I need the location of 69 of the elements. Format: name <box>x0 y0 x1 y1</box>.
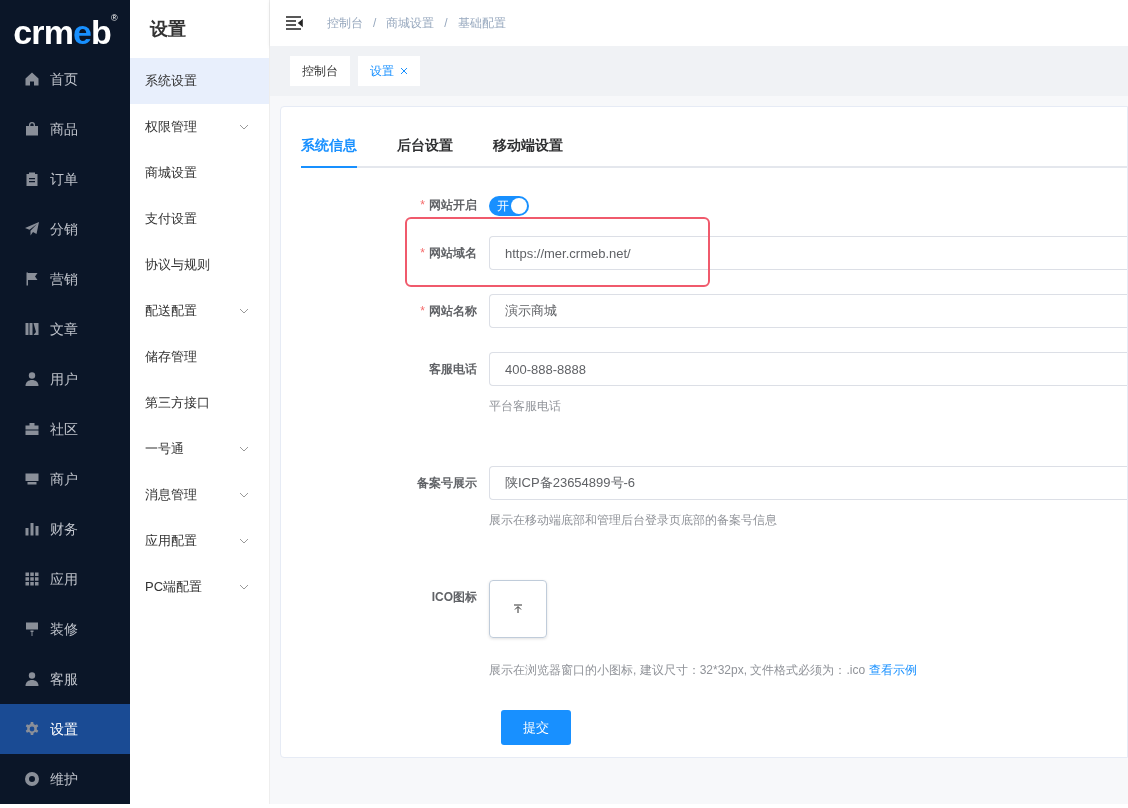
sub-menu-item[interactable]: 支付设置 <box>130 196 269 242</box>
nav-item[interactable]: 装修 <box>0 604 130 654</box>
text-field[interactable]: https://mer.crmeb.net/ <box>489 236 1127 270</box>
sub-menu-item[interactable]: 消息管理 <box>130 472 269 518</box>
sub-menu-item[interactable]: 系统设置 <box>130 58 269 104</box>
menu-fold-icon[interactable] <box>286 16 303 30</box>
sub-menu-item[interactable]: 储存管理 <box>130 334 269 380</box>
shopping-bag-icon <box>24 121 40 137</box>
sub-sidebar-title: 设置 <box>148 17 187 41</box>
store-icon <box>24 471 40 487</box>
sub-menu-item[interactable]: 配送配置 <box>130 288 269 334</box>
sub-menu-item[interactable]: PC端配置 <box>130 564 269 610</box>
tab[interactable]: 移动端设置 <box>493 135 563 168</box>
nav-item[interactable]: 首页 <box>0 54 130 104</box>
sub-menu-item[interactable]: 协议与规则 <box>130 242 269 288</box>
upload-icon <box>513 604 523 614</box>
nav-item[interactable]: 用户 <box>0 354 130 404</box>
book-icon <box>24 321 40 337</box>
briefcase-icon <box>24 421 40 437</box>
nav-item[interactable]: 财务 <box>0 504 130 554</box>
sub-menu-item[interactable]: 一号通 <box>130 426 269 472</box>
nav-item[interactable]: 设置 <box>0 704 130 754</box>
close-icon[interactable] <box>400 67 408 75</box>
field-hint: 展示在浏览器窗口的小图标, 建议尺寸：32*32px, 文件格式必须为：.ico 查看示例 <box>489 662 919 678</box>
home-icon <box>24 71 40 87</box>
breadcrumb-separator: / <box>444 15 448 32</box>
tab[interactable]: 后台设置 <box>397 135 453 168</box>
breadcrumb-separator: / <box>373 15 377 32</box>
paper-plane-icon <box>24 221 40 237</box>
user-icon <box>24 671 40 687</box>
nav-item[interactable]: 社区 <box>0 404 130 454</box>
bar-chart-icon <box>24 521 40 537</box>
field-label: 网站名称 <box>429 304 477 318</box>
logo: crmeb® <box>12 12 119 53</box>
nav-item[interactable]: 商户 <box>0 454 130 504</box>
field-label: 网站开启 <box>429 198 477 212</box>
upload-button[interactable] <box>489 580 547 638</box>
required-mark: * <box>420 246 425 260</box>
field-label: 客服电话 <box>429 362 477 376</box>
field-label: 网站域名 <box>429 246 477 260</box>
settings-icon <box>24 721 40 737</box>
field-hint: 展示在移动端底部和管理后台登录页底部的备案号信息 <box>489 512 778 528</box>
page-tag[interactable]: 控制台 <box>290 56 350 86</box>
text-field[interactable]: 陕ICP备23654899号-6 <box>489 466 1127 500</box>
sub-menu-item[interactable]: 权限管理 <box>130 104 269 150</box>
grid-icon <box>24 571 40 587</box>
nav-item[interactable]: 文章 <box>0 304 130 354</box>
field-label: 备案号展示 <box>417 476 477 490</box>
nav-item[interactable]: 订单 <box>0 154 130 204</box>
field-label: ICO图标 <box>431 590 477 604</box>
sub-menu-item[interactable]: 应用配置 <box>130 518 269 564</box>
clipboard-icon <box>24 171 40 187</box>
nav-item[interactable]: 维护 <box>0 754 130 804</box>
lifebuoy-icon <box>24 771 40 787</box>
nav-item[interactable]: 分销 <box>0 204 130 254</box>
paint-roller-icon <box>24 621 40 637</box>
nav-item[interactable]: 应用 <box>0 554 130 604</box>
flag-icon <box>24 271 40 287</box>
required-mark: * <box>420 198 425 212</box>
field-hint: 平台客服电话 <box>489 398 562 414</box>
nav-item[interactable]: 营销 <box>0 254 130 304</box>
required-mark: * <box>420 304 425 318</box>
text-field[interactable]: 400-888-8888 <box>489 352 1127 386</box>
sub-menu-item[interactable]: 第三方接口 <box>130 380 269 426</box>
nav-item[interactable]: 商品 <box>0 104 130 154</box>
sub-menu-item[interactable]: 商城设置 <box>130 150 269 196</box>
nav-item[interactable]: 客服 <box>0 654 130 704</box>
user-icon <box>24 371 40 387</box>
text-field[interactable]: 演示商城 <box>489 294 1127 328</box>
